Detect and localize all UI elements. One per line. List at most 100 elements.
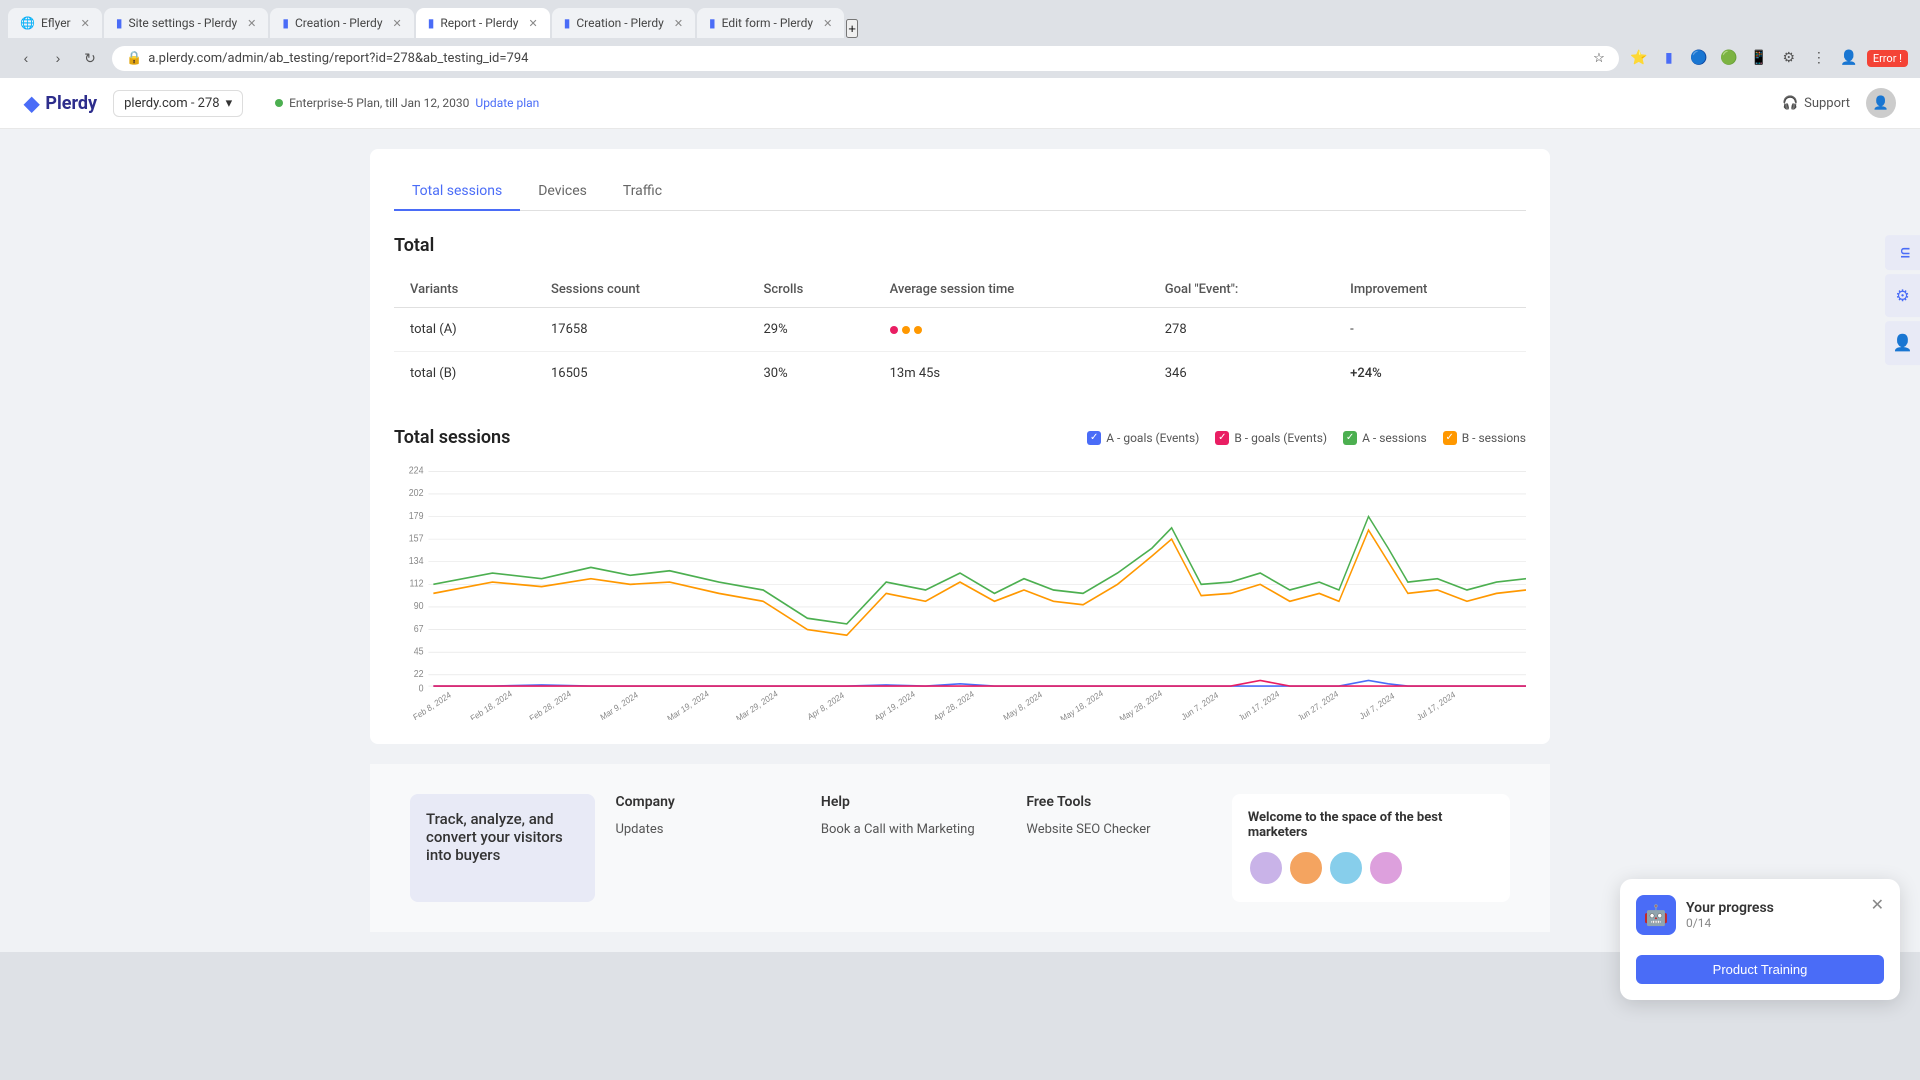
right-sidebar: UI ⚙ 👤 [1885,235,1920,365]
app-header: ◆ Plerdy plerdy.com - 278 ▾ Enterprise-5… [0,78,1920,129]
svg-text:134: 134 [409,555,424,567]
back-button[interactable]: ‹ [12,44,40,72]
svg-text:Mar 19, 2024: Mar 19, 2024 [666,688,711,720]
nav-buttons: ‹ › ↻ [12,44,104,72]
progress-close-button[interactable]: ✕ [1871,895,1884,914]
legend-checkbox-a-sessions[interactable]: ✓ [1343,431,1357,445]
more-icon[interactable]: ⋮ [1807,46,1831,70]
legend-a-sessions: ✓ A - sessions [1343,431,1427,445]
progress-count: 0/14 [1686,916,1774,930]
sessions-a: 17658 [535,308,748,352]
col-scrolls: Scrolls [748,272,874,308]
footer: Track, analyze, and convert your visitor… [370,764,1550,932]
svg-text:157: 157 [409,533,424,545]
svg-text:67: 67 [414,623,424,635]
sidebar-user-tab[interactable]: 👤 [1885,321,1920,365]
extensions-icon[interactable]: ⭐ [1627,46,1651,70]
app-wrapper: ◆ Plerdy plerdy.com - 278 ▾ Enterprise-5… [0,78,1920,952]
footer-company: Company Updates [615,794,800,902]
forward-button[interactable]: › [44,44,72,72]
svg-text:Mar 9, 2024: Mar 9, 2024 [599,689,640,720]
user-avatar[interactable]: 👤 [1866,88,1896,118]
svg-text:Jul 7, 2024: Jul 7, 2024 [1358,690,1396,720]
col-sessions: Sessions count [535,272,748,308]
plerdy-icon[interactable]: ▮ [1657,46,1681,70]
svg-text:Apr 8, 2024: Apr 8, 2024 [806,689,846,720]
chart-title: Total sessions [394,427,510,448]
tab-close-icon[interactable]: ✕ [81,17,90,30]
site-selector[interactable]: plerdy.com - 278 ▾ [113,90,243,117]
logo-text: Plerdy [45,93,97,114]
footer-updates-link[interactable]: Updates [615,822,800,837]
tab-icon: ▮ [709,16,716,30]
dot-3 [914,326,922,334]
svg-text:90: 90 [414,601,424,613]
tab-close-icon[interactable]: ✕ [674,17,683,30]
tab-close-icon[interactable]: ✕ [247,17,256,30]
tab-report[interactable]: ▮ Report - Plerdy ✕ [416,8,550,38]
avatar-1 [1248,850,1284,886]
footer-seo-link[interactable]: Website SEO Checker [1026,822,1211,837]
url-bar[interactable]: 🔒 a.plerdy.com/admin/ab_testing/report?i… [112,46,1619,71]
addon-icon[interactable]: 📱 [1747,46,1771,70]
svg-text:May 8, 2024: May 8, 2024 [1002,689,1044,720]
legend-checkbox-b-sessions[interactable]: ✓ [1443,431,1457,445]
progress-widget: 🤖 Your progress 0/14 ✕ Product Training [1620,879,1900,1000]
avg-time-b: 13m 45s [874,352,1149,396]
tab-eflyer[interactable]: 🌐 Eflyer ✕ [8,8,102,38]
tab-icon: ▮ [564,16,571,30]
legend-a-goals: ✓ A - goals (Events) [1087,431,1199,445]
support-button[interactable]: 🎧 Support [1782,96,1850,111]
table-row: total (B) 16505 30% 13m 45s 346 +24% [394,352,1526,396]
footer-help-title: Help [821,794,1006,810]
chrome-icon[interactable]: 🔵 [1687,46,1711,70]
avatar-group [1248,850,1494,886]
tab-traffic[interactable]: Traffic [605,173,680,211]
grammarly-icon[interactable]: 🟢 [1717,46,1741,70]
variant-b: total (B) [394,352,535,396]
svg-text:22: 22 [414,669,424,681]
sidebar-ui-tab[interactable]: UI [1885,235,1920,270]
footer-book-call-link[interactable]: Book a Call with Marketing [821,822,1006,837]
tab-creation-2[interactable]: ▮ Creation - Plerdy ✕ [552,8,695,38]
dot-1 [890,326,898,334]
footer-tagline: Track, analyze, and convert your visitor… [410,794,595,902]
product-training-button[interactable]: Product Training [1636,955,1884,984]
tab-edit-form[interactable]: ▮ Edit form - Plerdy ✕ [697,8,844,38]
legend-checkbox-a-goals[interactable]: ✓ [1087,431,1101,445]
tab-devices[interactable]: Devices [520,173,605,211]
header-right: 🎧 Support 👤 [1782,88,1896,118]
update-plan-link[interactable]: Update plan [475,96,539,110]
tab-navigation: Total sessions Devices Traffic [394,173,1526,211]
tab-close-icon[interactable]: ✕ [528,17,537,30]
svg-text:0: 0 [419,683,424,695]
progress-header: 🤖 Your progress 0/14 ✕ [1636,895,1884,935]
table-header-row: Variants Sessions count Scrolls Average … [394,272,1526,308]
main-content: Total sessions Devices Traffic Total Var… [330,129,1590,952]
settings-icon[interactable]: ⚙ [1777,46,1801,70]
tab-site-settings[interactable]: ▮ Site settings - Plerdy ✕ [104,8,269,38]
chart-svg: 224 202 179 157 134 112 90 67 45 22 0 [394,460,1526,720]
tab-icon: ▮ [282,16,289,30]
svg-text:202: 202 [409,488,424,500]
col-variants: Variants [394,272,535,308]
goal-a: 278 [1149,308,1334,352]
logo: ◆ Plerdy [24,91,97,115]
sidebar-settings-tab[interactable]: ⚙ [1885,274,1920,317]
tab-close-icon[interactable]: ✕ [823,17,832,30]
star-icon[interactable]: ☆ [1593,51,1605,66]
reload-button[interactable]: ↻ [76,44,104,72]
scrolls-b: 30% [748,352,874,396]
new-tab-button[interactable]: + [846,19,858,38]
legend-checkbox-b-goals[interactable]: ✓ [1215,431,1229,445]
svg-text:Mar 29, 2024: Mar 29, 2024 [734,688,779,720]
user-icon[interactable]: 👤 [1837,46,1861,70]
chart-section: Total sessions ✓ A - goals (Events) [394,427,1526,720]
chart-area: 224 202 179 157 134 112 90 67 45 22 0 [394,460,1526,720]
tab-close-icon[interactable]: ✕ [393,17,402,30]
svg-text:45: 45 [414,646,424,658]
tab-total-sessions[interactable]: Total sessions [394,173,520,211]
svg-text:Jun 7, 2024: Jun 7, 2024 [1180,689,1220,720]
tab-creation-1[interactable]: ▮ Creation - Plerdy ✕ [270,8,413,38]
total-section: Total Variants Sessions count Scrolls Av… [394,235,1526,395]
